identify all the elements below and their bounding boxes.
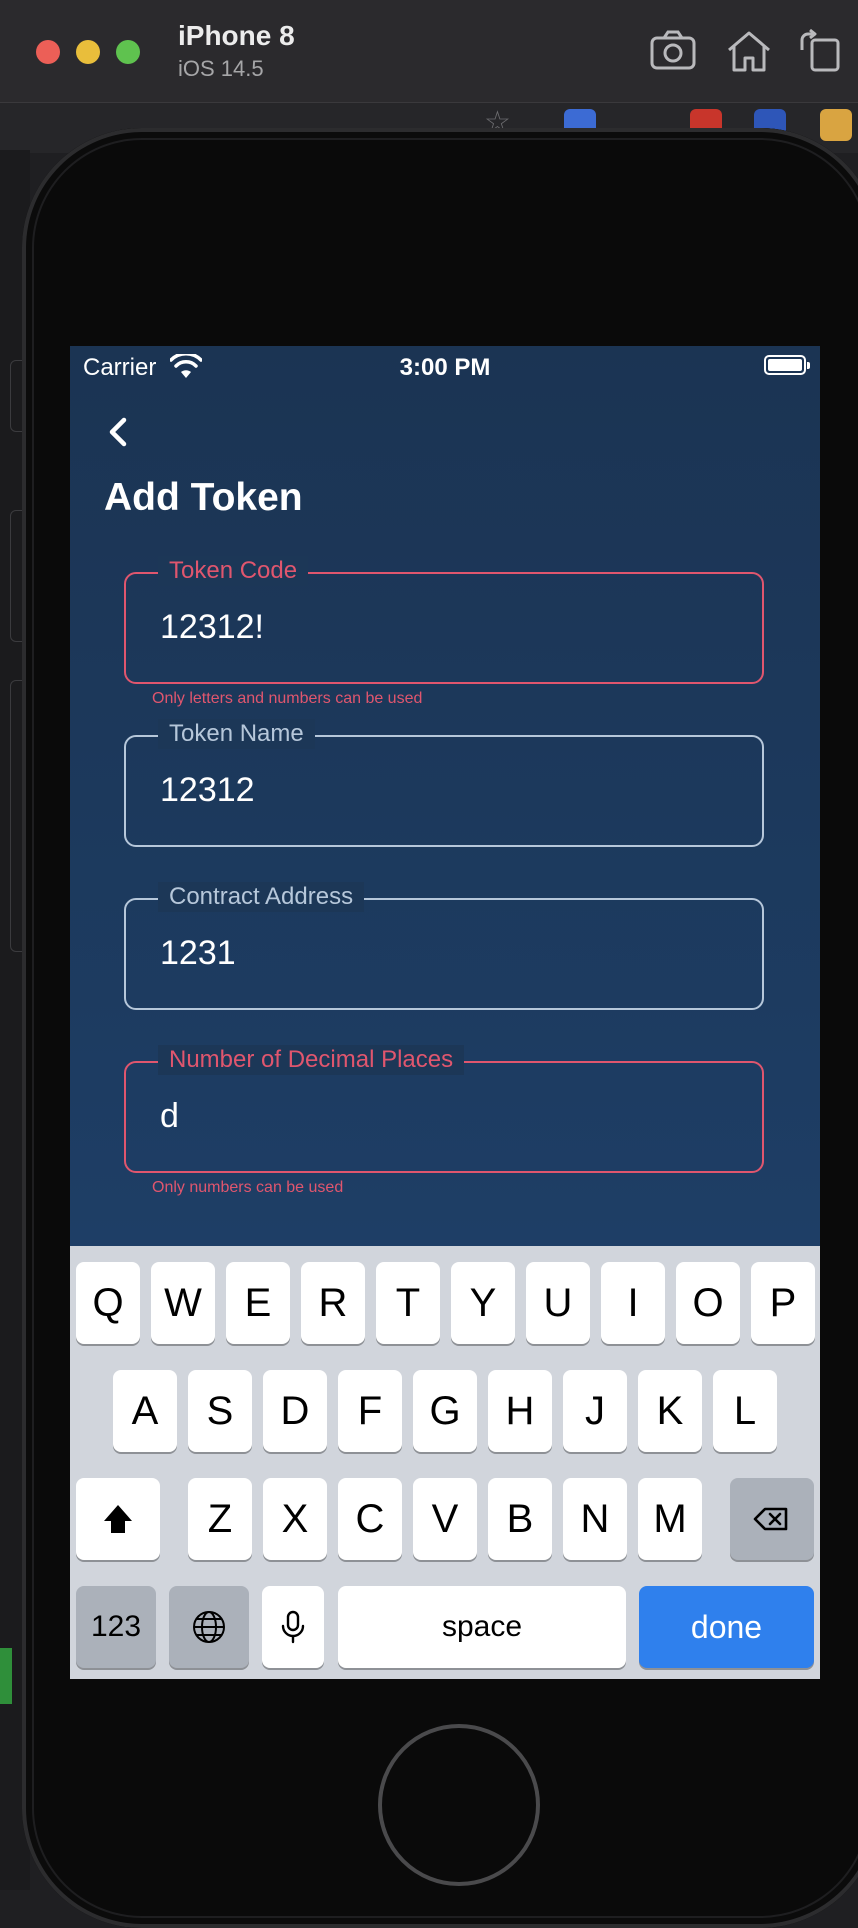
key-x[interactable]: X (263, 1478, 327, 1560)
screenshot-icon[interactable] (648, 28, 698, 74)
battery-icon (764, 355, 810, 375)
globe-icon (193, 1611, 225, 1643)
done-key[interactable]: done (639, 1586, 814, 1668)
simulator-title-bar: iPhone 8 iOS 14.5 (0, 0, 858, 103)
rotate-icon[interactable] (796, 28, 846, 74)
decimal-places-error: Only numbers can be used (152, 1179, 344, 1196)
contract-address-label: Contract Address (158, 882, 365, 912)
key-a[interactable]: A (113, 1370, 177, 1452)
chevron-left-icon[interactable] (98, 412, 138, 452)
token-name-label: Token Name (158, 719, 315, 749)
device-name: iPhone 8 (178, 20, 295, 51)
key-m[interactable]: M (638, 1478, 702, 1560)
app-screen: Carrier 3:00 PM Add Token Token Code 123… (70, 346, 820, 1679)
globe-key[interactable] (169, 1586, 249, 1668)
key-z[interactable]: Z (188, 1478, 252, 1560)
space-key[interactable]: space (338, 1586, 626, 1668)
page-title: Add Token (104, 476, 303, 519)
decimal-places-value: d (160, 1097, 179, 1135)
numbers-key[interactable]: 123 (76, 1586, 156, 1668)
key-w[interactable]: W (151, 1262, 215, 1344)
shift-key[interactable] (76, 1478, 160, 1560)
token-name-field[interactable]: Token Name 12312 (124, 719, 764, 847)
key-u[interactable]: U (526, 1262, 590, 1344)
key-k[interactable]: K (638, 1370, 702, 1452)
minimize-window-button[interactable] (76, 40, 100, 64)
key-c[interactable]: C (338, 1478, 402, 1560)
token-name-value: 12312 (160, 771, 255, 809)
os-version: iOS 14.5 (178, 56, 264, 81)
decimal-places-label: Number of Decimal Places (158, 1045, 465, 1075)
token-code-error: Only letters and numbers can be used (152, 690, 423, 707)
zoom-window-button[interactable] (116, 40, 140, 64)
shift-icon (104, 1505, 132, 1533)
key-j[interactable]: J (563, 1370, 627, 1452)
key-r[interactable]: R (301, 1262, 365, 1344)
key-h[interactable]: H (488, 1370, 552, 1452)
key-q[interactable]: Q (76, 1262, 140, 1344)
decimal-places-field[interactable]: Number of Decimal Places d (124, 1045, 764, 1173)
contract-address-value: 1231 (160, 934, 236, 972)
microphone-icon (281, 1610, 305, 1644)
key-l[interactable]: L (713, 1370, 777, 1452)
close-window-button[interactable] (36, 40, 60, 64)
contract-address-field[interactable]: Contract Address 1231 (124, 882, 764, 1010)
extension-icon (820, 109, 852, 141)
status-bar: Carrier 3:00 PM (70, 346, 820, 390)
home-button[interactable] (378, 1724, 540, 1886)
key-b[interactable]: B (488, 1478, 552, 1560)
token-code-value: 12312! (160, 608, 264, 646)
dictation-key[interactable] (262, 1586, 324, 1668)
home-icon[interactable] (724, 28, 774, 74)
token-code-field[interactable]: Token Code 12312! (124, 556, 764, 684)
key-o[interactable]: O (676, 1262, 740, 1344)
token-code-label: Token Code (158, 556, 309, 586)
onscreen-keyboard: Q W E R T Y U I O P A S D F G H J K L Z … (70, 1246, 820, 1679)
key-d[interactable]: D (263, 1370, 327, 1452)
key-e[interactable]: E (226, 1262, 290, 1344)
key-g[interactable]: G (413, 1370, 477, 1452)
key-f[interactable]: F (338, 1370, 402, 1452)
key-i[interactable]: I (601, 1262, 665, 1344)
key-v[interactable]: V (413, 1478, 477, 1560)
key-n[interactable]: N (563, 1478, 627, 1560)
key-y[interactable]: Y (451, 1262, 515, 1344)
key-t[interactable]: T (376, 1262, 440, 1344)
background-green-bar (0, 1648, 12, 1704)
delete-key[interactable] (730, 1478, 814, 1560)
key-s[interactable]: S (188, 1370, 252, 1452)
key-p[interactable]: P (751, 1262, 815, 1344)
status-time: 3:00 PM (399, 354, 491, 381)
backspace-icon (753, 1507, 788, 1531)
